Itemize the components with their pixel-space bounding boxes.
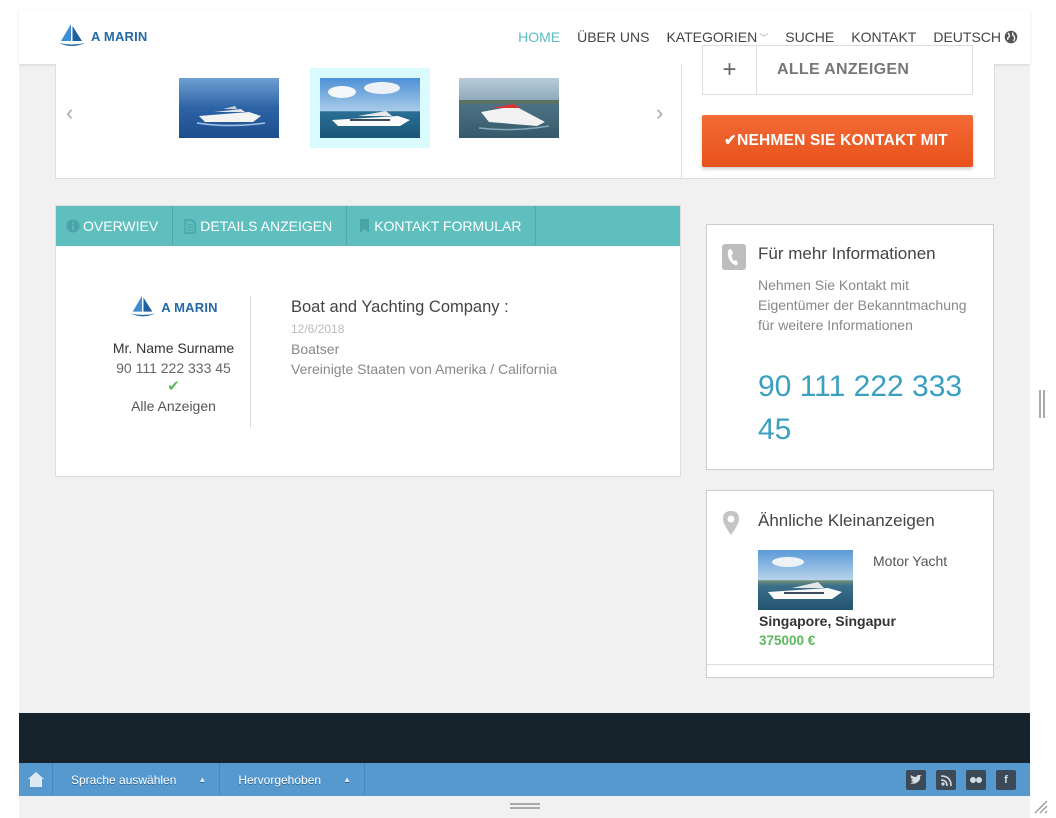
map-pin-icon bbox=[723, 511, 739, 535]
caret-up-icon: ▲ bbox=[343, 775, 351, 784]
language-selector-label: Sprache auswählen bbox=[71, 772, 177, 787]
seller-logo: A MARIN bbox=[96, 294, 251, 320]
gallery-next-arrow-icon[interactable]: › bbox=[656, 100, 663, 126]
seller-name: Mr. Name Surname bbox=[112, 340, 235, 356]
all-ads-button[interactable]: + ALLE ANZEIGEN bbox=[702, 45, 973, 95]
facebook-icon[interactable]: f bbox=[996, 770, 1016, 790]
social-links: f bbox=[896, 770, 1016, 790]
plus-icon: + bbox=[703, 46, 757, 94]
company-title: Boat and Yachting Company : bbox=[291, 298, 509, 316]
tab-details-label: DETAILS ANZEIGEN bbox=[200, 218, 333, 234]
contact-owner-label: NEHMEN SIE KONTAKT MIT bbox=[737, 132, 948, 149]
tab-contact-form-label: KONTAKT FORMULAR bbox=[374, 218, 522, 234]
divider bbox=[707, 664, 993, 665]
caret-up-icon: ▲ bbox=[198, 775, 207, 784]
contact-owner-button[interactable]: ✔ NEHMEN SIE KONTAKT MIT bbox=[702, 115, 973, 167]
language-selector[interactable]: Sprache auswählen ▲ bbox=[53, 763, 221, 796]
nav-language[interactable]: DEUTSCH bbox=[933, 29, 1018, 45]
company-location: Vereinigte Staaten von Amerika / Califor… bbox=[291, 361, 558, 377]
window-left-margin bbox=[0, 0, 19, 818]
bookmark-icon bbox=[357, 219, 371, 233]
yacht-photo-similar bbox=[758, 550, 853, 610]
gallery-prev-arrow-icon[interactable]: ‹ bbox=[66, 100, 73, 126]
more-info-box: Für mehr Informationen Nehmen Sie Kontak… bbox=[706, 224, 994, 470]
side-resize-handle[interactable] bbox=[1039, 390, 1045, 418]
similar-ad-type[interactable]: Motor Yacht bbox=[873, 553, 947, 569]
nav-contact[interactable]: KONTAKT bbox=[851, 29, 916, 45]
seller-logo-text: A MARIN bbox=[161, 299, 218, 315]
similar-ads-box: Ähnliche Kleinanzeigen Motor Yacht Singa… bbox=[706, 490, 994, 678]
seller-phone: 90 111 222 333 45 bbox=[116, 360, 231, 376]
bottom-resize-handle[interactable] bbox=[510, 803, 540, 809]
owner-phone-number[interactable]: 90 111 222 333 45 bbox=[758, 365, 978, 451]
site-logo[interactable]: A MARIN bbox=[57, 23, 148, 49]
globe-icon bbox=[1004, 30, 1018, 44]
nav-home[interactable]: HOME bbox=[518, 29, 560, 45]
document-icon bbox=[183, 218, 197, 234]
chevron-down-icon: ﹀ bbox=[759, 32, 769, 43]
nav-about[interactable]: ÜBER UNS bbox=[577, 29, 649, 45]
tab-overview-label: OVERWIEV bbox=[83, 218, 159, 234]
nav-language-label: DEUTSCH bbox=[933, 29, 1001, 45]
corner-resize-grip-icon[interactable] bbox=[1034, 800, 1048, 814]
yacht-photo-3 bbox=[459, 78, 559, 138]
rss-icon[interactable] bbox=[936, 770, 956, 790]
check-icon: ✔ bbox=[724, 132, 737, 149]
more-info-text: Nehmen Sie Kontakt mit Eigentümer der Be… bbox=[758, 277, 967, 333]
nav-categories[interactable]: KATEGORIEN ﹀ bbox=[666, 29, 768, 45]
tab-contact-form[interactable]: KONTAKT FORMULAR bbox=[347, 206, 537, 246]
detail-tabs: OVERWIEV DETAILS ANZEIGEN KONTAKT FORMUL… bbox=[56, 206, 680, 246]
featured-selector[interactable]: Hervorgehoben ▲ bbox=[220, 763, 365, 796]
gallery-thumb-1[interactable] bbox=[179, 78, 279, 138]
seller-all-ads-link[interactable]: Alle Anzeigen bbox=[96, 396, 251, 416]
sailboat-logo-icon bbox=[131, 295, 156, 317]
company-info: Boat and Yachting Company : 12/6/2018 Bo… bbox=[291, 296, 557, 379]
similar-ads-title: Ähnliche Kleinanzeigen bbox=[758, 511, 935, 530]
similar-ad-price: 375000 € bbox=[759, 633, 816, 648]
listing-date: 12/6/2018 bbox=[291, 322, 345, 336]
tab-overview[interactable]: OVERWIEV bbox=[56, 206, 174, 246]
yacht-photo-2 bbox=[320, 78, 420, 138]
vertical-divider bbox=[250, 296, 251, 428]
tab-details[interactable]: DETAILS ANZEIGEN bbox=[173, 206, 348, 246]
bottom-toolbar: Sprache auswählen ▲ Hervorgehoben ▲ f bbox=[19, 763, 1030, 796]
all-ads-label: ALLE ANZEIGEN bbox=[777, 61, 910, 78]
site-footer bbox=[19, 713, 1030, 763]
info-icon bbox=[66, 219, 80, 233]
nav-search[interactable]: SUCHE bbox=[785, 29, 834, 45]
featured-selector-label: Hervorgehoben bbox=[238, 772, 322, 787]
yacht-photo-1 bbox=[179, 78, 279, 138]
seller-card: A MARIN Mr. Name Surname 90 111 222 333 … bbox=[96, 294, 251, 416]
home-icon bbox=[27, 772, 44, 787]
home-button[interactable] bbox=[19, 763, 53, 796]
twitter-icon[interactable] bbox=[906, 770, 926, 790]
gallery-thumb-3[interactable] bbox=[459, 78, 559, 138]
nav-categories-label: KATEGORIEN bbox=[666, 29, 758, 45]
verified-check-icon: ✔ bbox=[167, 378, 180, 395]
image-gallery: ‹ › bbox=[55, 64, 682, 179]
more-info-title: Für mehr Informationen bbox=[758, 244, 936, 263]
listing-detail-panel: OVERWIEV DETAILS ANZEIGEN KONTAKT FORMUL… bbox=[55, 205, 681, 477]
company-type: Boatser bbox=[291, 341, 340, 357]
flickr-icon[interactable] bbox=[966, 770, 986, 790]
sailboat-logo-icon bbox=[59, 24, 85, 46]
similar-ad-location: Singapore, Singapur bbox=[759, 613, 896, 629]
logo-text: A MARIN bbox=[91, 28, 148, 44]
gallery-thumb-2-selected[interactable] bbox=[310, 68, 430, 148]
phone-icon bbox=[722, 244, 746, 270]
similar-ad-thumbnail[interactable] bbox=[758, 550, 853, 610]
